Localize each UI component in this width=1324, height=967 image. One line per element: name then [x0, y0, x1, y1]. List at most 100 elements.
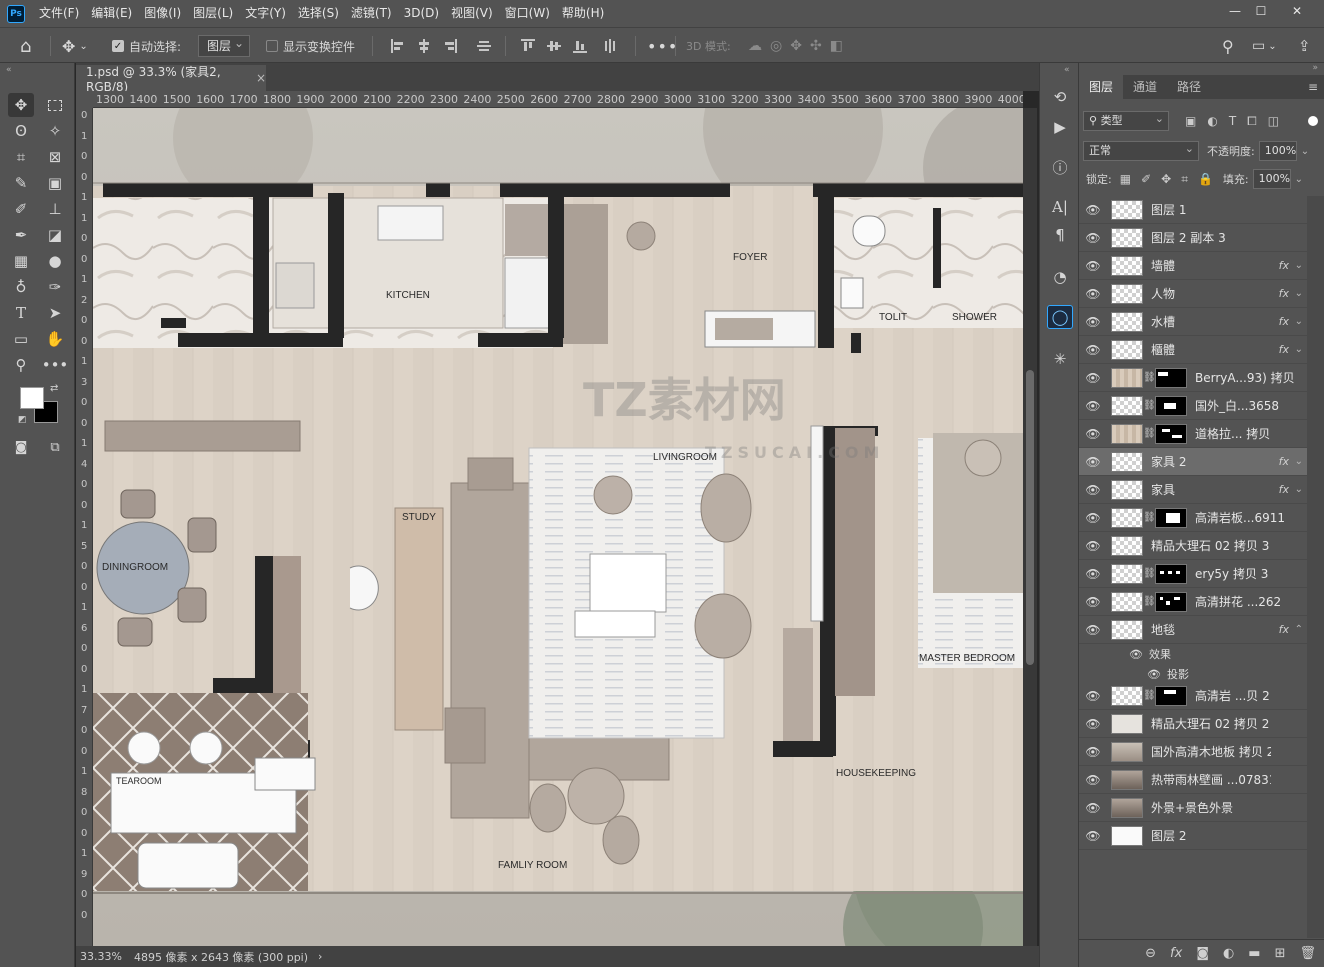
layer-thumbnail[interactable]: [1111, 713, 1143, 734]
crop-tool-icon[interactable]: ⌗: [8, 145, 34, 169]
color-panel-icon[interactable]: ◯: [1047, 305, 1073, 329]
effects-row[interactable]: 👁 效果: [1079, 644, 1307, 664]
layer-thumbnail[interactable]: [1111, 255, 1143, 276]
layer-thumbnail[interactable]: [1111, 591, 1143, 612]
layer-row[interactable]: 👁 人物 fx ⌄: [1079, 280, 1307, 308]
align-center-h-icon[interactable]: [417, 39, 431, 53]
layer-name[interactable]: 道格拉... 拷贝: [1195, 425, 1270, 442]
filter-shape-icon[interactable]: ⧠: [1247, 114, 1268, 128]
blur-tool-icon[interactable]: ●: [42, 249, 68, 273]
expand-effects-icon[interactable]: ⌄: [1295, 316, 1303, 327]
delete-layer-icon[interactable]: 🗑: [1299, 946, 1316, 961]
visibility-eye-icon[interactable]: 👁: [1079, 539, 1107, 553]
layer-name[interactable]: 图层 1: [1151, 201, 1186, 218]
layer-mask-thumbnail[interactable]: [1155, 591, 1187, 612]
layer-row[interactable]: 👁 ⛓ 高清岩板...6911: [1079, 504, 1307, 532]
menu-item-3[interactable]: 图层(L): [187, 0, 239, 27]
layer-row[interactable]: 👁 水槽 fx ⌄: [1079, 308, 1307, 336]
add-mask-icon[interactable]: ◙: [1196, 946, 1209, 961]
3d-roll-icon[interactable]: ◎: [770, 38, 790, 54]
menu-item-6[interactable]: 滤镜(T): [345, 0, 398, 27]
mask-link-icon[interactable]: ⛓: [1143, 428, 1156, 439]
visibility-eye-icon[interactable]: 👁: [1079, 717, 1107, 731]
pen-tool-icon[interactable]: ✑: [42, 275, 68, 299]
visibility-eye-icon[interactable]: 👁: [1079, 287, 1107, 301]
3d-material-tool-icon[interactable]: ▣: [42, 171, 68, 195]
drop-shadow-eye-icon[interactable]: 👁: [1147, 668, 1161, 681]
layer-thumbnail[interactable]: [1111, 535, 1143, 556]
layer-row[interactable]: 👁 ⛓ ery5y 拷贝 3: [1079, 560, 1307, 588]
visibility-eye-icon[interactable]: 👁: [1079, 623, 1107, 637]
drop-shadow-row[interactable]: 👁 投影: [1079, 664, 1307, 684]
layer-thumbnail[interactable]: [1111, 339, 1143, 360]
zoom-tool-icon[interactable]: ⚲: [8, 353, 34, 377]
info-panel-icon[interactable]: ⓘ: [1047, 155, 1073, 179]
status-arrow-icon[interactable]: ›: [318, 950, 322, 963]
frame-tool-icon[interactable]: ⊠: [42, 145, 68, 169]
visibility-eye-icon[interactable]: 👁: [1079, 511, 1107, 525]
layer-effects-icon[interactable]: fx: [1279, 287, 1289, 300]
collapse-toolbox-icon[interactable]: «: [6, 65, 12, 75]
layer-name[interactable]: BerryA...93) 拷贝: [1195, 369, 1295, 386]
rectangle-tool-icon[interactable]: ▭: [8, 327, 34, 351]
fill-input[interactable]: 100%: [1252, 169, 1291, 189]
layers-scrollbar[interactable]: [1307, 196, 1324, 938]
auto-select-checkbox[interactable]: ✓ 自动选择:: [112, 28, 181, 64]
layer-thumbnail[interactable]: [1111, 563, 1143, 584]
align-right-icon[interactable]: [443, 39, 457, 53]
layer-thumbnail[interactable]: [1111, 451, 1143, 472]
menu-item-8[interactable]: 视图(V): [445, 0, 499, 27]
expand-effects-icon[interactable]: ⌄: [1295, 456, 1303, 467]
visibility-eye-icon[interactable]: 👁: [1079, 773, 1107, 787]
show-transform-checkbox[interactable]: 显示变换控件: [266, 28, 355, 64]
visibility-eye-icon[interactable]: 👁: [1079, 689, 1107, 703]
visibility-eye-icon[interactable]: 👁: [1079, 231, 1107, 245]
3d-pan-icon[interactable]: ✥: [790, 38, 810, 54]
lock-artboard-icon[interactable]: ⌗: [1181, 172, 1198, 186]
more-options-icon[interactable]: •••: [647, 28, 678, 64]
3d-scale-icon[interactable]: ◧: [830, 38, 851, 54]
layer-effects-icon[interactable]: fx: [1279, 623, 1289, 636]
tab-layers[interactable]: 图层: [1079, 75, 1124, 99]
layer-thumbnail[interactable]: [1111, 507, 1143, 528]
layer-row[interactable]: 👁 外景+景色外景: [1079, 794, 1307, 822]
search-icon[interactable]: ⚲: [1222, 28, 1234, 64]
layer-row[interactable]: 👁 国外高清木地板 拷贝 2: [1079, 738, 1307, 766]
menu-item-4[interactable]: 文字(Y): [239, 0, 292, 27]
collapse-panels-icon[interactable]: «: [1064, 65, 1070, 75]
vertical-scrollbar[interactable]: [1023, 108, 1037, 946]
layer-mask-thumbnail[interactable]: [1155, 395, 1187, 416]
zoom-level[interactable]: 33.33%: [80, 950, 122, 963]
layer-row[interactable]: 👁 地毯 fx ⌃: [1079, 616, 1307, 644]
brushes-panel-icon[interactable]: ✳: [1047, 347, 1073, 371]
layer-name[interactable]: 图层 2 副本 3: [1151, 229, 1226, 246]
home-icon[interactable]: ⌂: [20, 28, 31, 64]
move-tool-icon[interactable]: ✥: [8, 93, 34, 117]
layer-name[interactable]: 家具 2: [1151, 453, 1186, 470]
layer-thumbnail[interactable]: [1111, 311, 1143, 332]
layer-mask-thumbnail[interactable]: [1155, 367, 1187, 388]
layer-row[interactable]: 👁 家具 fx ⌄: [1079, 476, 1307, 504]
visibility-eye-icon[interactable]: 👁: [1079, 567, 1107, 581]
layer-thumbnail[interactable]: [1111, 741, 1143, 762]
visibility-eye-icon[interactable]: 👁: [1079, 745, 1107, 759]
layer-name[interactable]: 水槽: [1151, 313, 1175, 330]
layer-effects-icon[interactable]: fx: [1279, 455, 1289, 468]
distribute-h-icon[interactable]: [477, 39, 491, 53]
layer-row[interactable]: 👁 ⛓ 高清岩 ...贝 2: [1079, 682, 1307, 710]
layer-name[interactable]: 图层 2: [1151, 827, 1186, 844]
layer-effects-icon[interactable]: fx: [1279, 343, 1289, 356]
magic-wand-tool-icon[interactable]: ✧: [42, 119, 68, 143]
layer-thumbnail[interactable]: [1111, 395, 1143, 416]
layer-effects-icon[interactable]: fx: [1279, 259, 1289, 272]
blend-mode-dropdown[interactable]: 正常 ⌄: [1083, 141, 1199, 161]
layer-name[interactable]: 墙體: [1151, 257, 1175, 274]
default-colors-icon[interactable]: ◩: [18, 415, 27, 425]
layer-mask-thumbnail[interactable]: [1155, 423, 1187, 444]
layer-row[interactable]: 👁 墙體 fx ⌄: [1079, 252, 1307, 280]
layer-name[interactable]: 精品大理石 02 拷贝 2: [1151, 715, 1269, 732]
visibility-eye-icon[interactable]: 👁: [1079, 203, 1107, 217]
3d-orbit-icon[interactable]: ☁: [748, 38, 770, 54]
screen-mode-icon[interactable]: ⧉: [42, 435, 68, 459]
opacity-input[interactable]: 100%: [1258, 141, 1297, 161]
